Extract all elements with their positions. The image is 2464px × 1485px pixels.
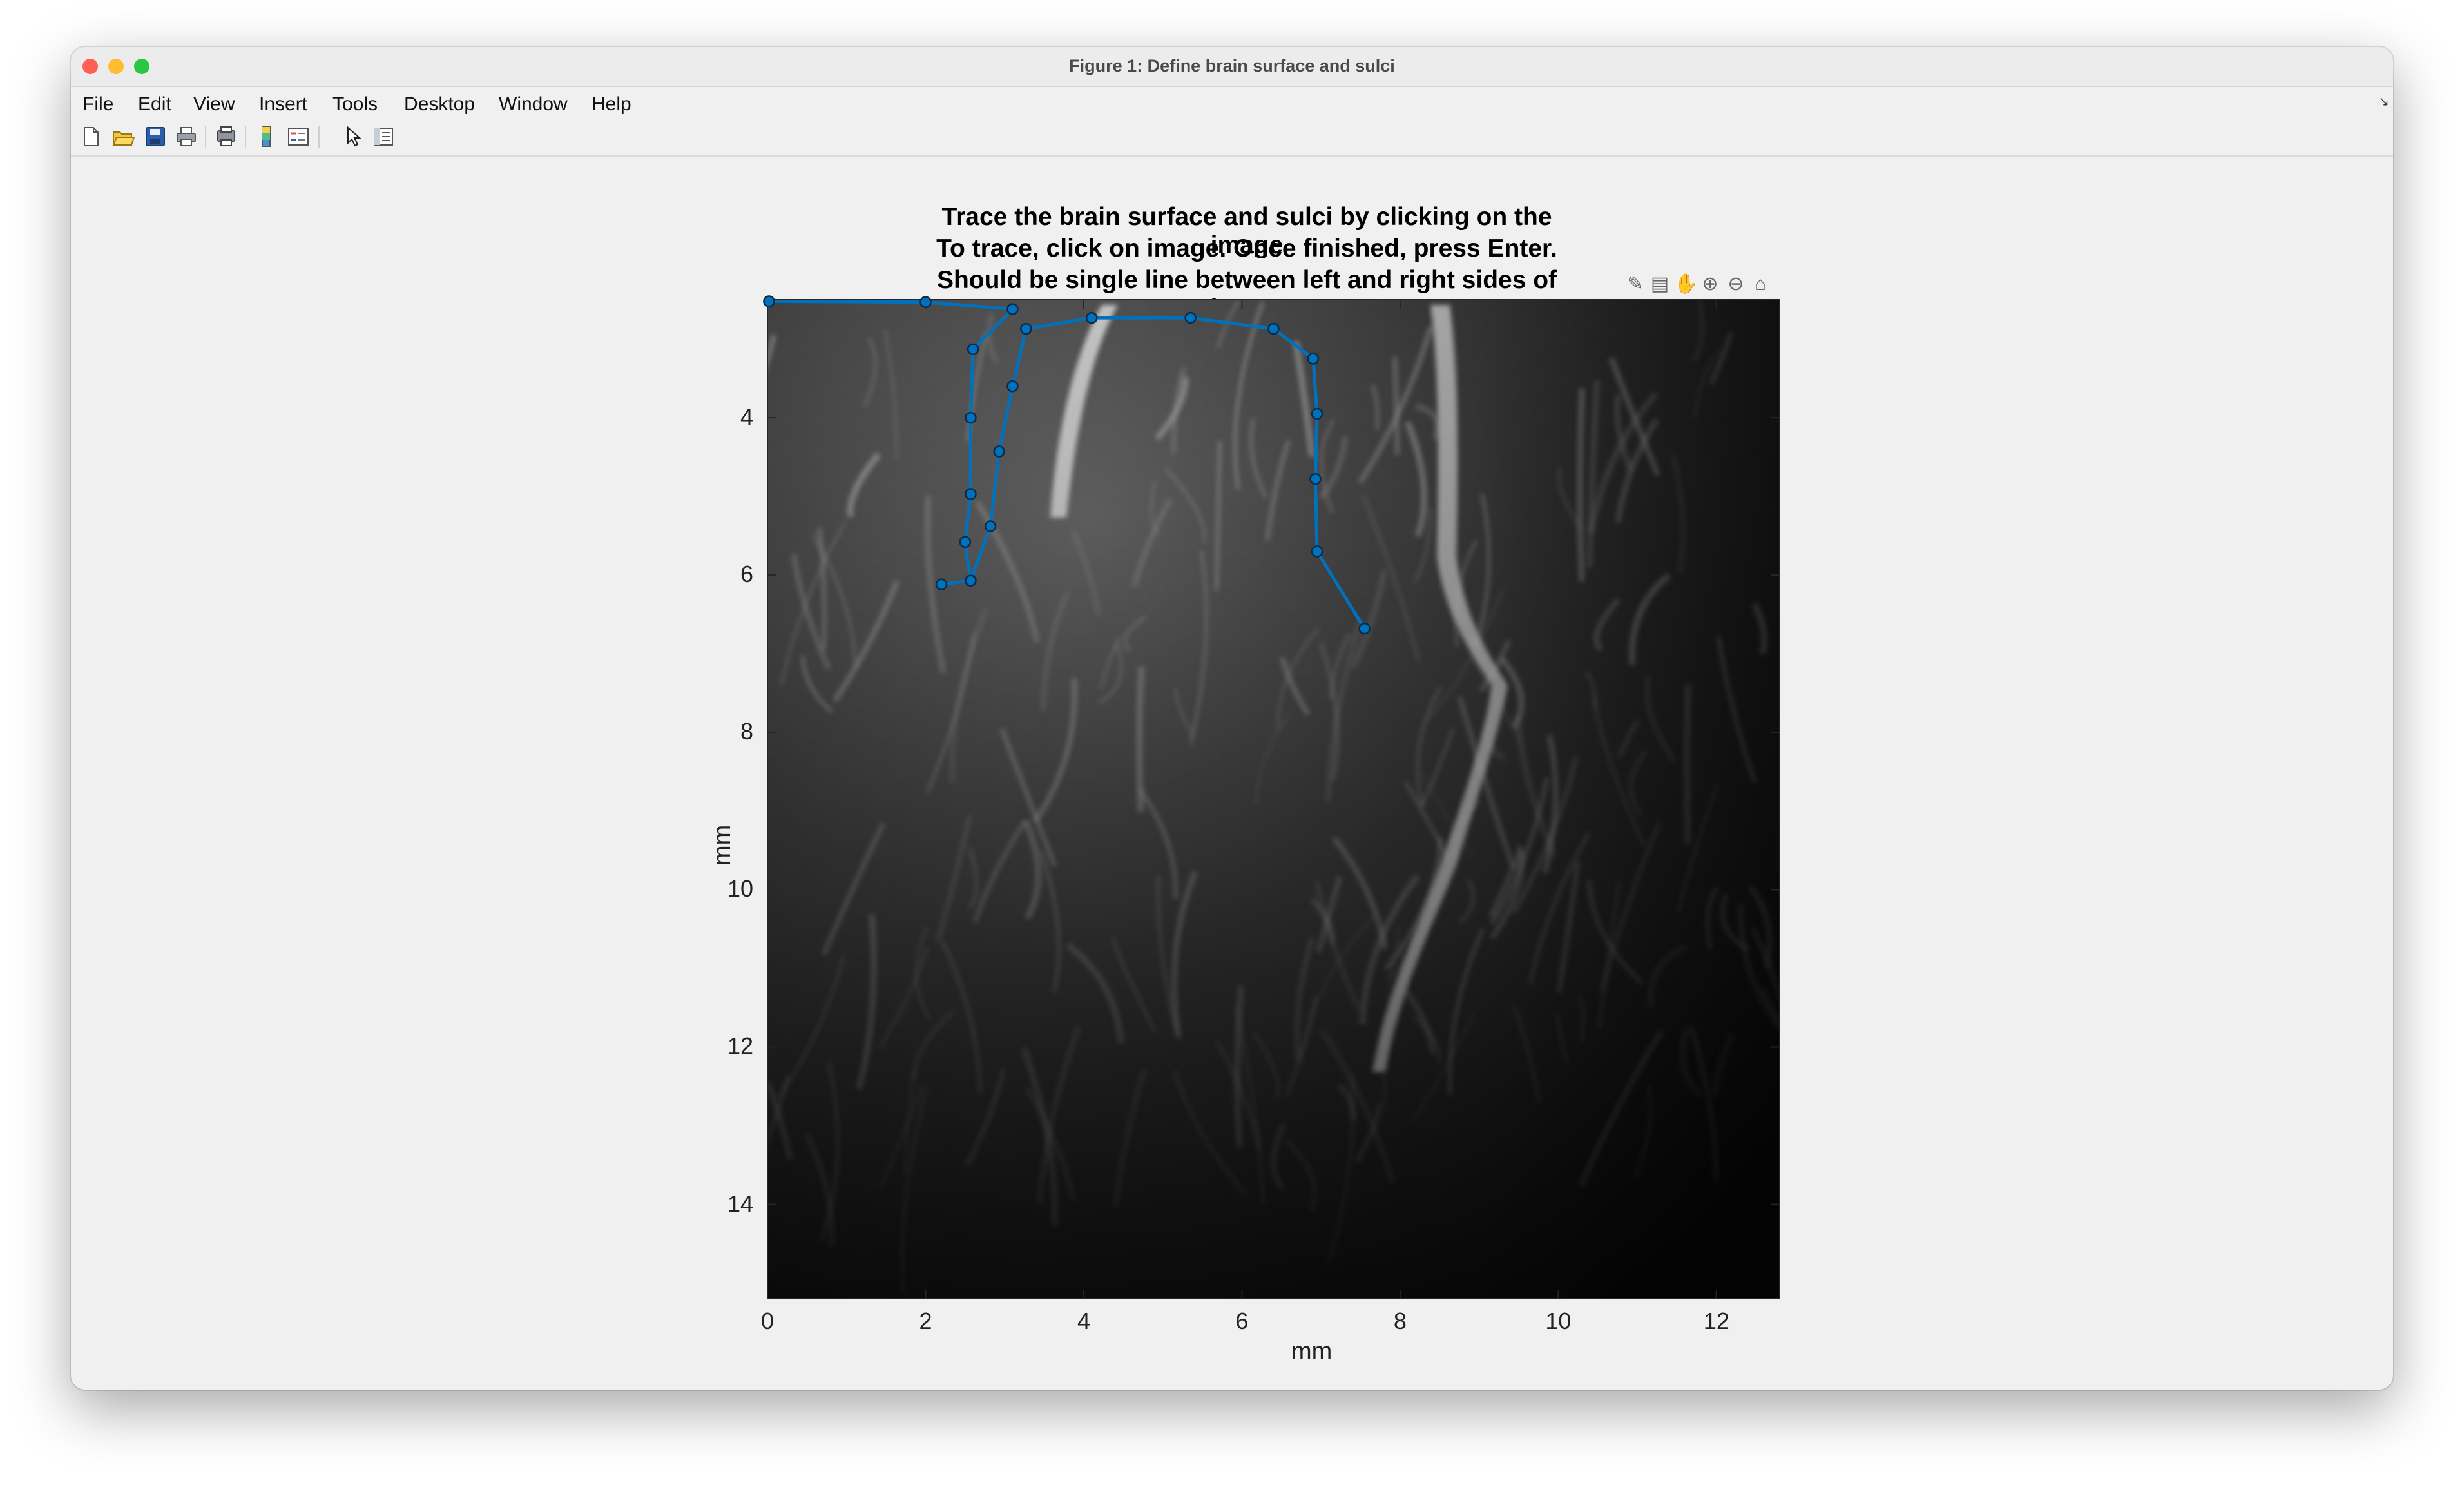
trace-point[interactable]: [1311, 407, 1323, 420]
x-tick-label: 6: [1235, 1308, 1249, 1334]
trace-point[interactable]: [1307, 353, 1320, 365]
trace-point[interactable]: [1006, 303, 1019, 315]
menu-bar: File Edit View Insert Tools Desktop Wind…: [71, 87, 2393, 118]
legend-icon[interactable]: [286, 124, 311, 149]
x-tick-label: 4: [1077, 1308, 1090, 1334]
trace-point[interactable]: [965, 411, 977, 424]
figure-toolbar: [71, 118, 2393, 157]
trace-point[interactable]: [967, 343, 979, 356]
trace-point[interactable]: [1309, 473, 1322, 485]
y-tick-label: 10: [727, 875, 754, 902]
trace-point[interactable]: [1184, 311, 1197, 324]
x-tick-label: 0: [761, 1308, 775, 1334]
toolbar-separator: [318, 126, 320, 148]
window-title: Figure 1: Define brain surface and sulci: [1069, 56, 1395, 75]
menu-tools[interactable]: Tools: [332, 93, 378, 115]
toolbar-separator: [245, 126, 246, 148]
trace-point[interactable]: [1020, 322, 1032, 335]
figure-window: Figure 1: Define brain surface and sulci…: [71, 47, 2393, 1390]
trace-point[interactable]: [935, 578, 948, 591]
save-icon[interactable]: [143, 124, 168, 149]
colorbar-icon[interactable]: [254, 124, 278, 149]
toolbar-separator: [205, 126, 206, 148]
trace-point[interactable]: [965, 488, 977, 500]
arrow-icon[interactable]: ↘: [2378, 93, 2389, 110]
menu-view[interactable]: View: [193, 93, 235, 115]
trace-point[interactable]: [984, 520, 997, 532]
y-tick-label: 14: [727, 1190, 754, 1217]
trace-point[interactable]: [919, 296, 932, 308]
pointer-icon[interactable]: [342, 124, 366, 149]
new-figure-icon[interactable]: [79, 124, 103, 149]
trace-point[interactable]: [1006, 380, 1019, 393]
print-preview-icon[interactable]: [214, 124, 238, 149]
menu-window[interactable]: Window: [499, 93, 568, 115]
brain-image[interactable]: [711, 300, 1799, 1299]
trace-point[interactable]: [1311, 545, 1323, 558]
trace-point[interactable]: [993, 445, 1005, 458]
trace-point[interactable]: [763, 295, 775, 307]
trace-point[interactable]: [1085, 311, 1098, 324]
open-icon[interactable]: [111, 124, 135, 149]
trace-point[interactable]: [959, 536, 972, 548]
title-bar[interactable]: Figure 1: Define brain surface and sulci: [71, 47, 2393, 87]
trace-point[interactable]: [965, 574, 977, 587]
y-tick-label: 12: [727, 1033, 754, 1060]
trace-point[interactable]: [1358, 622, 1371, 635]
menu-help[interactable]: Help: [592, 93, 631, 115]
menu-file[interactable]: File: [82, 93, 113, 115]
y-axis-label: mm: [709, 824, 736, 866]
x-axis-label: mm: [1291, 1338, 1333, 1365]
y-tick-label: 6: [740, 561, 754, 588]
plot-axes[interactable]: [71, 157, 2393, 1390]
y-tick-label: 4: [740, 403, 754, 431]
property-editor-icon[interactable]: [371, 124, 396, 149]
print-icon[interactable]: [174, 124, 198, 149]
y-tick-label: 8: [740, 718, 754, 745]
x-tick-label: 8: [1393, 1308, 1407, 1334]
menu-desktop[interactable]: Desktop: [404, 93, 475, 115]
x-tick-label: 12: [1703, 1308, 1729, 1334]
trace-point[interactable]: [1267, 322, 1280, 335]
x-tick-label: 10: [1545, 1308, 1572, 1334]
figure-canvas: Trace the brain surface and sulci by cli…: [71, 157, 2393, 1390]
vessel-stroke: [767, 334, 776, 367]
x-tick-label: 2: [919, 1308, 932, 1334]
menu-edit[interactable]: Edit: [138, 93, 171, 115]
shade-bottom: [767, 300, 1780, 1299]
menu-insert[interactable]: Insert: [259, 93, 307, 115]
